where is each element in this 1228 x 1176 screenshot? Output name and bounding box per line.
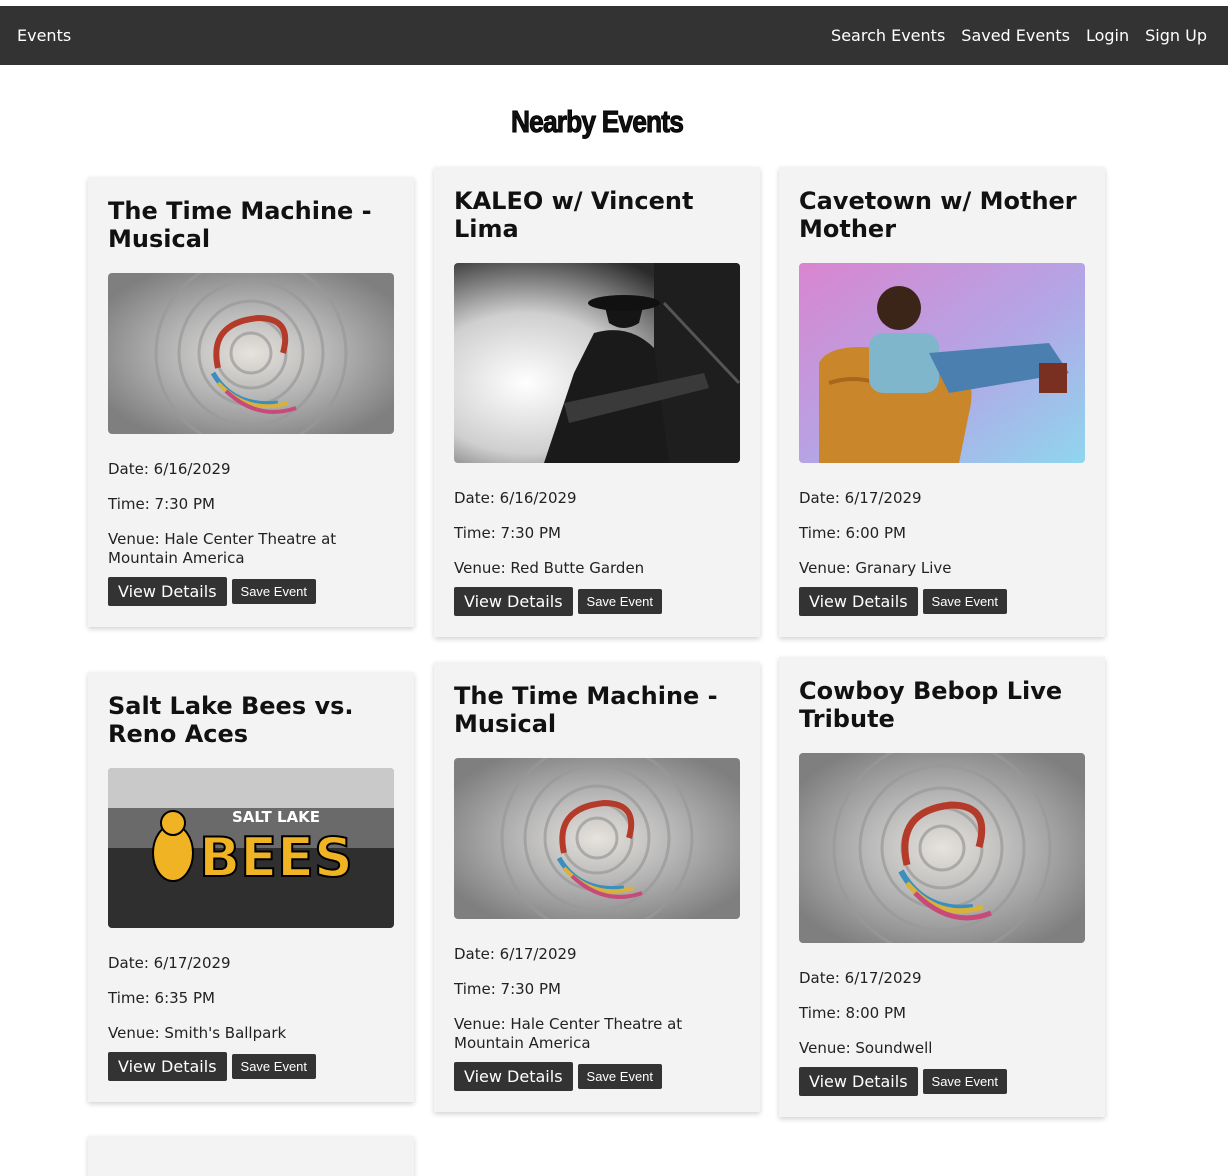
bees-logo-text-top: SALT LAKE: [232, 808, 320, 826]
event-image: [799, 753, 1085, 943]
view-details-button[interactable]: View Details: [108, 577, 227, 606]
event-date: Date: 6/17/2029: [108, 954, 231, 972]
event-time: Time: 6:00 PM: [799, 524, 906, 542]
nav-links: Search Events Saved Events Login Sign Up: [831, 6, 1207, 65]
event-venue: Venue: Smith's Ballpark: [108, 1024, 287, 1042]
event-title: Salt Lake Bees vs. Reno Aces: [108, 692, 354, 748]
page-title: Nearby Events: [510, 104, 685, 140]
event-date: Date: 6/16/2029: [108, 460, 231, 478]
event-date: Date: 6/17/2029: [799, 489, 922, 507]
event-actions: View Details Save Event: [454, 1062, 663, 1091]
event-time: Time: 6:35 PM: [108, 989, 215, 1007]
bees-logo-text-main: BEES: [199, 826, 353, 889]
view-details-button[interactable]: View Details: [108, 1052, 227, 1081]
nav-sign-up[interactable]: Sign Up: [1145, 26, 1207, 45]
view-details-button[interactable]: View Details: [799, 1067, 918, 1096]
event-actions: View Details Save Event: [454, 587, 663, 616]
event-card: Cavetown w/ Mother Mother Date: 6/17/202…: [779, 167, 1105, 637]
event-actions: View Details Save Event: [108, 577, 317, 606]
event-title: The Time Machine - Musical: [454, 682, 718, 738]
save-event-button[interactable]: Save Event: [231, 1054, 317, 1079]
event-date: Date: 6/17/2029: [799, 969, 922, 987]
event-image: [108, 273, 394, 434]
event-actions: View Details Save Event: [799, 1067, 1008, 1096]
navbar: Events Search Events Saved Events Login …: [0, 6, 1228, 65]
save-event-button[interactable]: Save Event: [577, 589, 663, 614]
event-actions: View Details Save Event: [108, 1052, 317, 1081]
event-time: Time: 8:00 PM: [799, 1004, 906, 1022]
save-event-button[interactable]: Save Event: [231, 579, 317, 604]
event-card-partial: [88, 1136, 414, 1176]
event-image: [799, 263, 1085, 463]
nav-saved-events[interactable]: Saved Events: [961, 26, 1070, 45]
view-details-button[interactable]: View Details: [799, 587, 918, 616]
event-time: Time: 7:30 PM: [454, 980, 561, 998]
event-venue: Venue: Granary Live: [799, 559, 952, 577]
event-actions: View Details Save Event: [799, 587, 1008, 616]
event-image: [454, 263, 740, 463]
event-date: Date: 6/17/2029: [454, 945, 577, 963]
event-title: The Time Machine - Musical: [108, 197, 372, 253]
save-event-button[interactable]: Save Event: [922, 1069, 1008, 1094]
event-date: Date: 6/16/2029: [454, 489, 577, 507]
event-venue: Venue: Soundwell: [799, 1039, 933, 1057]
event-time: Time: 7:30 PM: [108, 495, 215, 513]
nav-search-events[interactable]: Search Events: [831, 26, 945, 45]
event-image: SALT LAKE BEES: [108, 768, 394, 928]
event-venue: Venue: Red Butte Garden: [454, 559, 645, 577]
event-title: Cowboy Bebop Live Tribute: [799, 677, 1063, 733]
event-title: Cavetown w/ Mother Mother: [799, 187, 1077, 243]
nav-login[interactable]: Login: [1086, 26, 1129, 45]
event-card: Salt Lake Bees vs. Reno Aces SALT LAKE B…: [88, 672, 414, 1102]
event-card: Cowboy Bebop Live Tribute Date: 6/17/202…: [779, 657, 1105, 1117]
event-image: [454, 758, 740, 919]
save-event-button[interactable]: Save Event: [577, 1064, 663, 1089]
event-card: KALEO w/ Vincent Lima Date: 6/16/2029 Ti…: [434, 167, 760, 637]
event-time: Time: 7:30 PM: [454, 524, 561, 542]
view-details-button[interactable]: View Details: [454, 1062, 573, 1091]
event-title: KALEO w/ Vincent Lima: [454, 187, 694, 243]
save-event-button[interactable]: Save Event: [922, 589, 1008, 614]
event-venue: Venue: Hale Center Theatre at Mountain A…: [454, 1015, 683, 1052]
event-card: The Time Machine - Musical Date: 6/16/20…: [88, 177, 414, 627]
view-details-button[interactable]: View Details: [454, 587, 573, 616]
brand-link[interactable]: Events: [17, 6, 71, 65]
event-card: The Time Machine - Musical Date: 6/17/20…: [434, 662, 760, 1112]
event-venue: Venue: Hale Center Theatre at Mountain A…: [108, 530, 337, 567]
